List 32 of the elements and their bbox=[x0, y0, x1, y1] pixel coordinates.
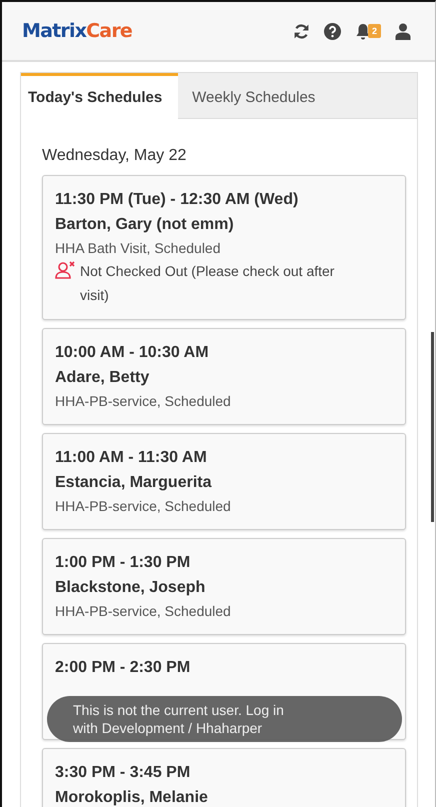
service-status: HHA-PB-service, Scheduled bbox=[55, 497, 232, 516]
checkout-warning: Not Checked Out (Please check out after visit) bbox=[80, 262, 336, 305]
help-icon[interactable] bbox=[324, 22, 341, 40]
scrollbar-thumb[interactable] bbox=[431, 332, 434, 522]
schedule-card[interactable]: 11:30 PM (Tue) - 12:30 AM (Wed) Barton, Gary (not emm) HHA Bath Visit, Scheduled Not Checked Out (Please check out after visit) bbox=[42, 175, 406, 320]
schedule-card[interactable]: 3:30 PM - 3:45 PM Morokoplis, Melanie bbox=[42, 748, 406, 807]
visit-time: 3:30 PM - 3:45 PM bbox=[55, 763, 192, 783]
client-name: Morokoplis, Melanie bbox=[55, 788, 209, 807]
service-status: HHA-PB-service, Scheduled bbox=[55, 392, 232, 411]
user-icon[interactable] bbox=[395, 22, 411, 40]
service-status: HHA-PB-service, Scheduled bbox=[55, 602, 232, 621]
client-name: Adare, Betty bbox=[55, 368, 150, 388]
matrixcare-logo: MatrixCare bbox=[22, 20, 132, 42]
visit-time: 11:30 PM (Tue) - 12:30 AM (Wed) bbox=[55, 190, 300, 210]
client-name: Estancia, Marguerita bbox=[55, 473, 213, 493]
visit-time: 11:00 AM - 11:30 AM bbox=[55, 448, 208, 468]
notification-badge: 2 bbox=[368, 24, 381, 38]
visit-time: 2:00 PM - 2:30 PM bbox=[55, 658, 192, 678]
client-name: Barton, Gary (not emm) bbox=[55, 215, 235, 235]
login-toast: This is not the current user. Log in with Development / Hhaharper bbox=[47, 696, 402, 742]
bell-icon bbox=[354, 22, 371, 40]
service-status: HHA Bath Visit, Scheduled bbox=[55, 239, 222, 258]
visit-time: 10:00 AM - 10:30 AM bbox=[55, 343, 210, 363]
client-name: Blackstone, Joseph bbox=[55, 578, 206, 598]
schedule-card[interactable]: 1:00 PM - 1:30 PM Blackstone, Joseph HHA-PB-service, Scheduled bbox=[42, 538, 406, 635]
tab[interactable]: Today's Schedules bbox=[21, 73, 178, 119]
schedule-card[interactable]: 11:00 AM - 11:30 AM Estancia, Marguerita HHA-PB-service, Scheduled bbox=[42, 433, 406, 530]
visit-time: 1:00 PM - 1:30 PM bbox=[55, 553, 192, 573]
date-heading: Wednesday, May 22 bbox=[42, 147, 188, 165]
person-x-icon bbox=[55, 261, 77, 279]
refresh-icon[interactable] bbox=[292, 22, 310, 40]
schedule-card[interactable]: 10:00 AM - 10:30 AM Adare, Betty HHA-PB-service, Scheduled bbox=[42, 328, 406, 425]
